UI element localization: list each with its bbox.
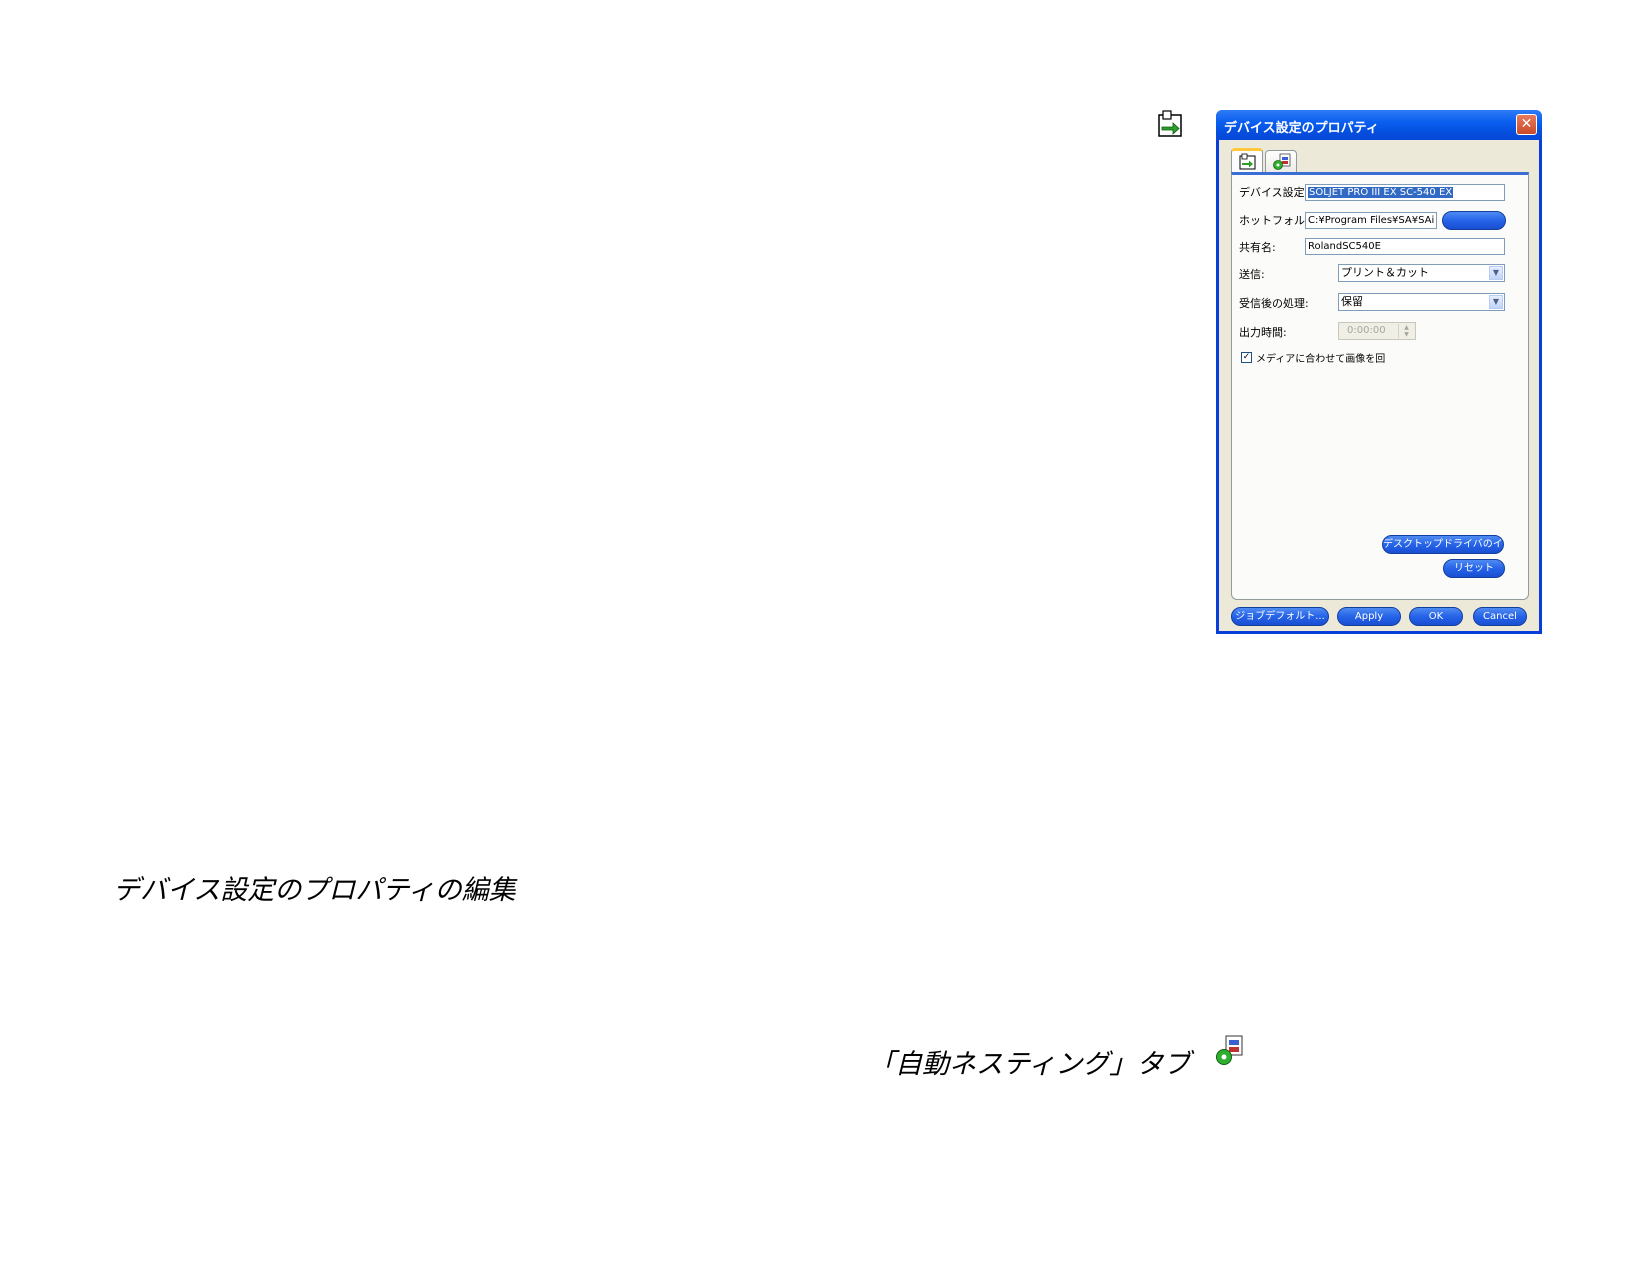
share-name-label: 共有名: [1239,241,1276,254]
ok-button[interactable]: OK [1409,607,1463,626]
auto-nesting-icon [1215,1035,1243,1065]
spin-arrows-icon: ▲ ▼ [1398,324,1414,338]
output-time-stepper: 0:00:00 ▲ ▼ [1338,322,1416,340]
output-time-label: 出力時間: [1239,326,1287,339]
job-default-button[interactable]: ジョブデフォルト... [1231,607,1329,626]
rotate-checkbox-label: メディアに合わせて画像を回 [1256,354,1386,365]
auto-nesting-icon [1272,153,1292,171]
desktop-driver-button[interactable]: デスクトップドライバのインス... [1382,535,1504,554]
rotate-checkbox[interactable]: ✓ [1241,352,1252,363]
send-select[interactable]: プリント＆カット ▼ [1338,264,1505,282]
dialog-client: デバイス設定名 SOLJET PRO III EX SC-540 EX ホットフ… [1219,140,1539,631]
share-name-input[interactable]: RolandSC540E [1305,238,1505,255]
share-name-value: RolandSC540E [1308,241,1381,252]
close-icon[interactable]: ✕ [1516,114,1537,135]
page-heading: デバイス設定のプロパティの編集 [113,875,516,906]
hot-folder-value: C:¥Program Files¥SA¥SAi Proc [1308,215,1436,226]
device-name-value: SOLJET PRO III EX SC-540 EX [1308,187,1454,198]
apply-button[interactable]: Apply [1337,607,1401,626]
device-settings-panel: デバイス設定名 SOLJET PRO III EX SC-540 EX ホットフ… [1231,172,1529,600]
send-value: プリント＆カット [1341,266,1429,279]
after-receive-value: 保留 [1341,295,1363,308]
device-properties-dialog: デバイス設定のプロパティ ✕ デバイス設定名 SOLJET PRO III EX… [1216,110,1542,634]
device-name-input[interactable]: SOLJET PRO III EX SC-540 EX [1305,184,1505,201]
tab-auto-nesting[interactable] [1265,150,1297,172]
device-settings-icon [1238,153,1258,171]
cancel-button[interactable]: Cancel [1473,607,1527,626]
chevron-down-icon[interactable]: ▼ [1489,295,1503,309]
tab-device-settings[interactable] [1231,148,1263,173]
reset-button[interactable]: リセット [1443,559,1505,578]
dialog-title: デバイス設定のプロパティ [1224,121,1379,136]
device-settings-icon [1158,110,1184,138]
send-label: 送信: [1239,268,1265,281]
after-receive-select[interactable]: 保留 ▼ [1338,293,1505,311]
output-time-value: 0:00:00 [1347,325,1386,336]
browse-button[interactable] [1442,211,1506,230]
auto-nesting-caption: 「自動ネスティング」タブ [868,1049,1191,1080]
chevron-down-icon[interactable]: ▼ [1489,266,1503,280]
hot-folder-input[interactable]: C:¥Program Files¥SA¥SAi Proc [1305,212,1437,229]
dialog-titlebar[interactable]: デバイス設定のプロパティ ✕ [1216,110,1542,140]
after-receive-label: 受信後の処理: [1239,297,1309,310]
